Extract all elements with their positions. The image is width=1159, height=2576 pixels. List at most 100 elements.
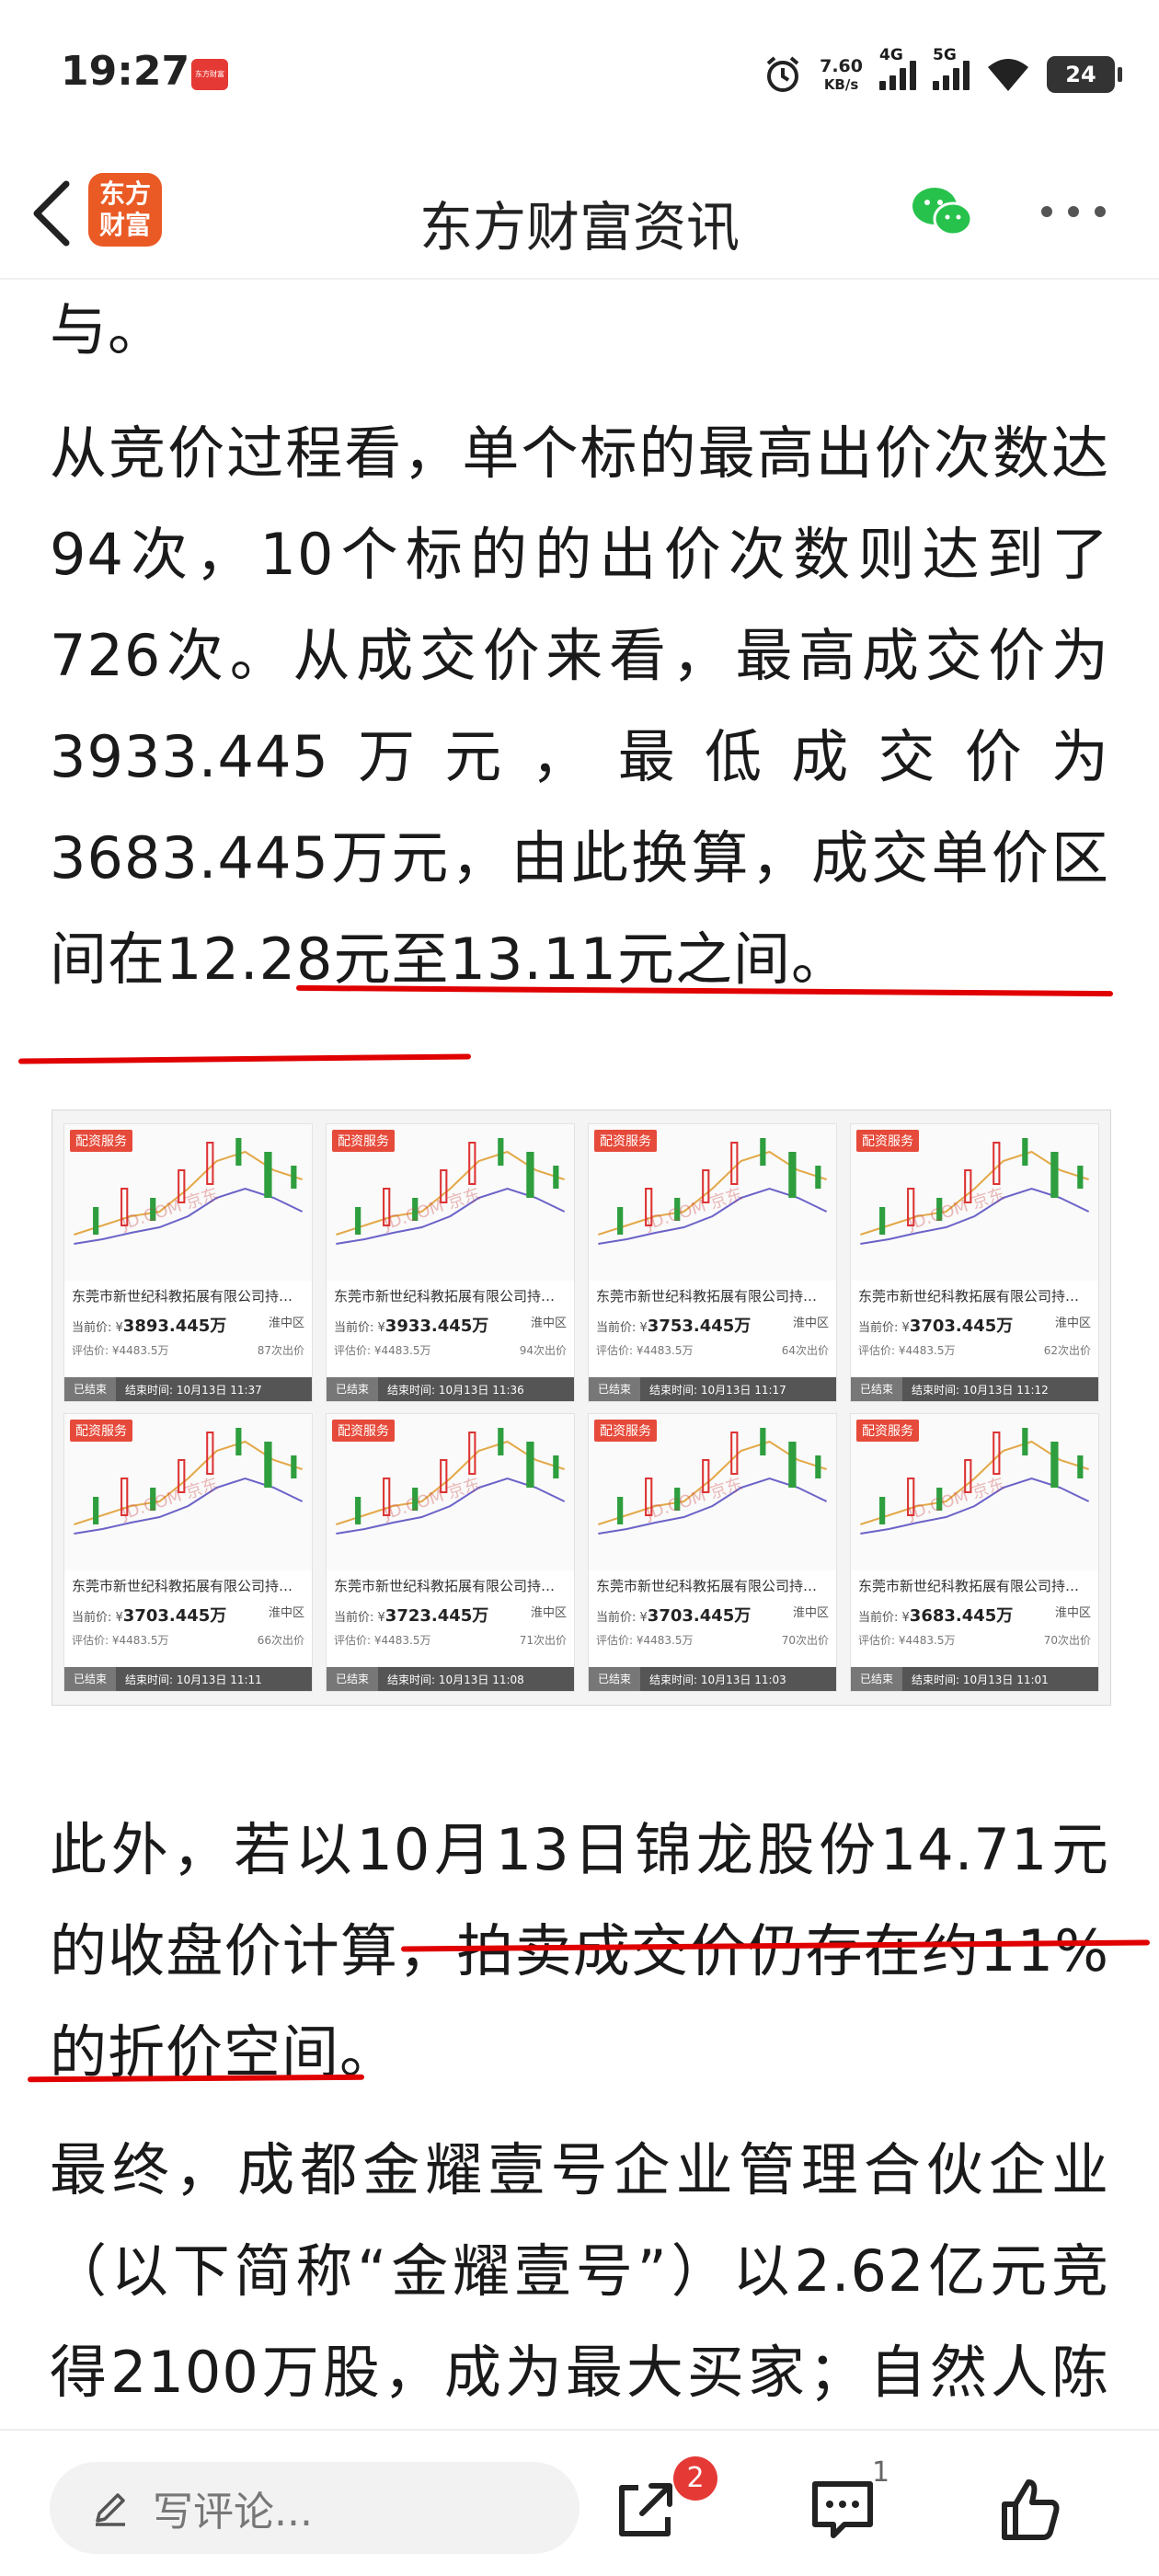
auction-card: 配资服务 JD.COM 京东 东莞市新世纪科教拓展有限公司持有的 ... 当前价: ¥…	[588, 1123, 837, 1402]
bid-count: 87次出价	[257, 1344, 304, 1357]
service-tag: 配资服务	[70, 1420, 132, 1442]
auction-results-image: 配资服务 JD.COM 京东 东莞市新世纪科教拓展有限公司持有的 ... 当前价: ¥…	[52, 1110, 1111, 1706]
eval-row: 评估价: ¥4483.5万 94次出价	[327, 1337, 574, 1358]
status-bar: 19:27 东方财富 7.60 KB/s 4G 5G 24	[0, 0, 1159, 147]
auction-title: 东莞市新世纪科教拓展有限公司持有的 ...	[334, 1288, 574, 1305]
card-footer: 已结束 结束时间: 10月13日 11:37	[64, 1377, 312, 1401]
current-price: 当前价: ¥3893.445万	[72, 1317, 227, 1336]
comment-icon[interactable]	[808, 2475, 878, 2545]
location: 淮中区	[1054, 1317, 1091, 1330]
share-count-badge: 2	[673, 2456, 717, 2501]
end-time: 结束时间: 10月13日 11:11	[125, 1673, 262, 1686]
service-tag: 配资服务	[594, 1130, 657, 1152]
more-options-icon[interactable]	[1041, 202, 1106, 221]
bid-count: 94次出价	[519, 1344, 567, 1357]
auction-card: 配资服务 JD.COM 京东 东莞市新世纪科教拓展有限公司持有的 ... 当前价: ¥…	[850, 1413, 1099, 1692]
auction-title: 东莞市新世纪科教拓展有限公司持有的 ...	[72, 1578, 312, 1594]
highlight-underline	[17, 1053, 472, 1064]
eval-row: 评估价: ¥4483.5万 71次出价	[327, 1627, 574, 1648]
end-time: 结束时间: 10月13日 11:36	[387, 1383, 524, 1397]
end-time: 结束时间: 10月13日 11:03	[649, 1673, 786, 1686]
stock-chart-thumbnail: 配资服务 JD.COM 京东	[327, 1414, 574, 1570]
eval-row: 评估价: ¥4483.5万 70次出价	[851, 1627, 1098, 1648]
bid-count: 64次出价	[781, 1344, 829, 1357]
service-tag: 配资服务	[594, 1420, 657, 1442]
service-tag: 配资服务	[332, 1420, 395, 1442]
current-price: 当前价: ¥3703.445万	[858, 1317, 1014, 1336]
stock-chart-thumbnail: 配资服务 JD.COM 京东	[64, 1414, 312, 1570]
nav-bar: 东方 财富 东方财富资讯	[0, 147, 1159, 280]
like-thumbs-up-icon[interactable]	[995, 2475, 1065, 2545]
eval-row: 评估价: ¥4483.5万 87次出价	[64, 1337, 312, 1358]
card-footer: 已结束 结束时间: 10月13日 11:03	[589, 1667, 836, 1691]
auction-title: 东莞市新世纪科教拓展有限公司持有的 ...	[858, 1288, 1098, 1305]
app-notification-icon: 东方财富	[191, 59, 228, 90]
eval-row: 评估价: ¥4483.5万 66次出价	[64, 1627, 312, 1648]
service-tag: 配资服务	[332, 1130, 395, 1152]
stock-chart-thumbnail: 配资服务 JD.COM 京东	[327, 1124, 574, 1281]
price-row: 当前价: ¥3703.445万 淮中区	[851, 1305, 1098, 1337]
wechat-share-icon[interactable]	[909, 182, 975, 241]
location: 淮中区	[268, 1606, 304, 1620]
status-badge: 已结束	[64, 1377, 117, 1401]
comment-input[interactable]: 写评论...	[50, 2462, 580, 2554]
eval-row: 评估价: ¥4483.5万 70次出价	[589, 1627, 836, 1648]
signal-5g-label: 5G	[933, 46, 957, 64]
paragraph-1: 从竞价过程看，单个标的最高出价次数达94次，10个标的的出价次数则达到了726次…	[50, 403, 1109, 1010]
battery-icon: 24	[1047, 56, 1122, 93]
price-row: 当前价: ¥3753.445万 淮中区	[589, 1305, 836, 1337]
wifi-icon	[988, 59, 1028, 91]
status-badge: 已结束	[327, 1667, 379, 1691]
bid-count: 70次出价	[1043, 1634, 1091, 1647]
current-price: 当前价: ¥3723.445万	[334, 1606, 489, 1626]
stock-chart-thumbnail: 配资服务 JD.COM 京东	[851, 1124, 1098, 1281]
location: 淮中区	[792, 1317, 829, 1330]
card-footer: 已结束 结束时间: 10月13日 11:11	[64, 1667, 312, 1691]
signal-5g-icon: 5G	[933, 46, 970, 90]
card-footer: 已结束 结束时间: 10月13日 11:17	[589, 1377, 836, 1401]
end-time: 结束时间: 10月13日 11:12	[912, 1383, 1049, 1397]
service-tag: 配资服务	[70, 1130, 132, 1152]
location: 淮中区	[792, 1606, 829, 1620]
location: 淮中区	[1054, 1606, 1091, 1620]
status-badge: 已结束	[327, 1377, 379, 1401]
price-row: 当前价: ¥3703.445万 淮中区	[589, 1595, 836, 1627]
status-badge: 已结束	[851, 1377, 903, 1401]
price-row: 当前价: ¥3893.445万 淮中区	[64, 1305, 312, 1337]
net-speed: 7.60 KB/s	[820, 56, 863, 93]
eval-price: 评估价: ¥4483.5万	[334, 1344, 431, 1357]
current-price: 当前价: ¥3753.445万	[596, 1317, 752, 1336]
alarm-icon	[766, 56, 799, 92]
current-price: 当前价: ¥3933.445万	[334, 1317, 489, 1336]
eval-price: 评估价: ¥4483.5万	[858, 1344, 956, 1357]
current-price: 当前价: ¥3703.445万	[596, 1606, 752, 1626]
end-time: 结束时间: 10月13日 11:01	[912, 1673, 1049, 1686]
eval-price: 评估价: ¥4483.5万	[596, 1634, 694, 1647]
share-icon[interactable]	[611, 2475, 681, 2545]
eval-price: 评估价: ¥4483.5万	[72, 1344, 169, 1357]
price-row: 当前价: ¥3703.445万 淮中区	[64, 1595, 312, 1627]
current-price: 当前价: ¥3703.445万	[72, 1606, 227, 1626]
service-tag: 配资服务	[856, 1420, 919, 1442]
auction-card: 配资服务 JD.COM 京东 东莞市新世纪科教拓展有限公司持有的 ... 当前价: ¥…	[63, 1413, 313, 1692]
paragraph-2: 此外，若以10月13日锦龙股份14.71元的收盘价计算，拍卖成交价仍存在约11%…	[50, 1800, 1109, 2103]
status-badge: 已结束	[589, 1667, 641, 1691]
auction-card: 配资服务 JD.COM 京东东莞市新世纪科教拓展有限公司持有的 ... 当前价: ¥…	[326, 1123, 575, 1402]
current-price: 当前价: ¥3683.445万	[858, 1606, 1014, 1626]
eval-row: 评估价: ¥4483.5万 62次出价	[851, 1337, 1098, 1358]
end-time: 结束时间: 10月13日 11:17	[649, 1383, 786, 1397]
pencil-icon	[96, 2493, 125, 2526]
signal-4g-label: 4G	[879, 46, 903, 64]
bid-count: 71次出价	[519, 1634, 567, 1647]
comment-placeholder: 写评论...	[153, 2489, 313, 2536]
location: 淮中区	[268, 1317, 304, 1330]
card-footer: 已结束 结束时间: 10月13日 11:36	[327, 1377, 574, 1401]
status-badge: 已结束	[589, 1377, 641, 1401]
comment-count: 1	[872, 2456, 890, 2489]
auction-title: 东莞市新世纪科教拓展有限公司持有的 ...	[858, 1578, 1098, 1594]
auction-title: 东莞市新世纪科教拓展有限公司持有的 ...	[72, 1288, 312, 1305]
stock-chart-thumbnail: 配资服务 JD.COM 京东	[589, 1124, 836, 1281]
stock-chart-thumbnail: 配资服务 JD.COM 京东	[64, 1124, 312, 1281]
location: 淮中区	[530, 1317, 567, 1330]
paragraph-1-text: 从竞价过程看，单个标的最高出价次数达94次，10个标的的出价次数则达到了726次…	[50, 420, 1109, 891]
